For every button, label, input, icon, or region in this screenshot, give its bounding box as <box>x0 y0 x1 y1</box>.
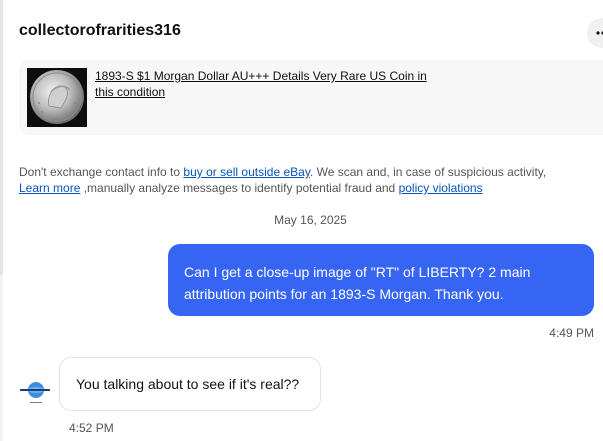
conversation-username: collectorofrarities316 <box>19 22 181 39</box>
message-text: Can I get a close-up image of "RT" of LI… <box>184 264 531 302</box>
listing-card[interactable]: 1893-S $1 Morgan Dollar AU+++ Details Ve… <box>19 60 603 135</box>
coin-thumbnail[interactable] <box>27 68 87 127</box>
avatar[interactable] <box>20 376 50 406</box>
safety-notice: Don't exchange contact info to buy or se… <box>19 164 589 196</box>
ellipsis-icon <box>596 31 603 35</box>
listing-title-link[interactable]: 1893-S $1 Morgan Dollar AU+++ Details Ve… <box>95 68 440 100</box>
message-text: You talking about to see if it's real?? <box>76 376 300 392</box>
coin-image <box>27 68 87 127</box>
message-timestamp: 4:49 PM <box>549 326 594 340</box>
notice-text: Don't exchange contact info to <box>19 165 184 179</box>
buy-sell-outside-link[interactable]: buy or sell outside eBay <box>183 165 310 179</box>
seller-logo-icon <box>20 376 50 406</box>
more-options-button[interactable] <box>587 18 603 48</box>
policy-violations-link[interactable]: policy violations <box>399 181 483 195</box>
outgoing-message-bubble: Can I get a close-up image of "RT" of LI… <box>168 244 594 316</box>
learn-more-link[interactable]: Learn more <box>19 181 80 195</box>
message-timestamp: 4:52 PM <box>69 421 114 435</box>
date-separator: May 16, 2025 <box>274 213 347 227</box>
window-edge-lower <box>0 275 3 441</box>
notice-text: ,manually analyze messages to identify p… <box>80 181 399 195</box>
notice-text: . We scan and, in case of suspicious act… <box>309 165 547 179</box>
incoming-message-bubble: You talking about to see if it's real?? <box>59 357 321 411</box>
